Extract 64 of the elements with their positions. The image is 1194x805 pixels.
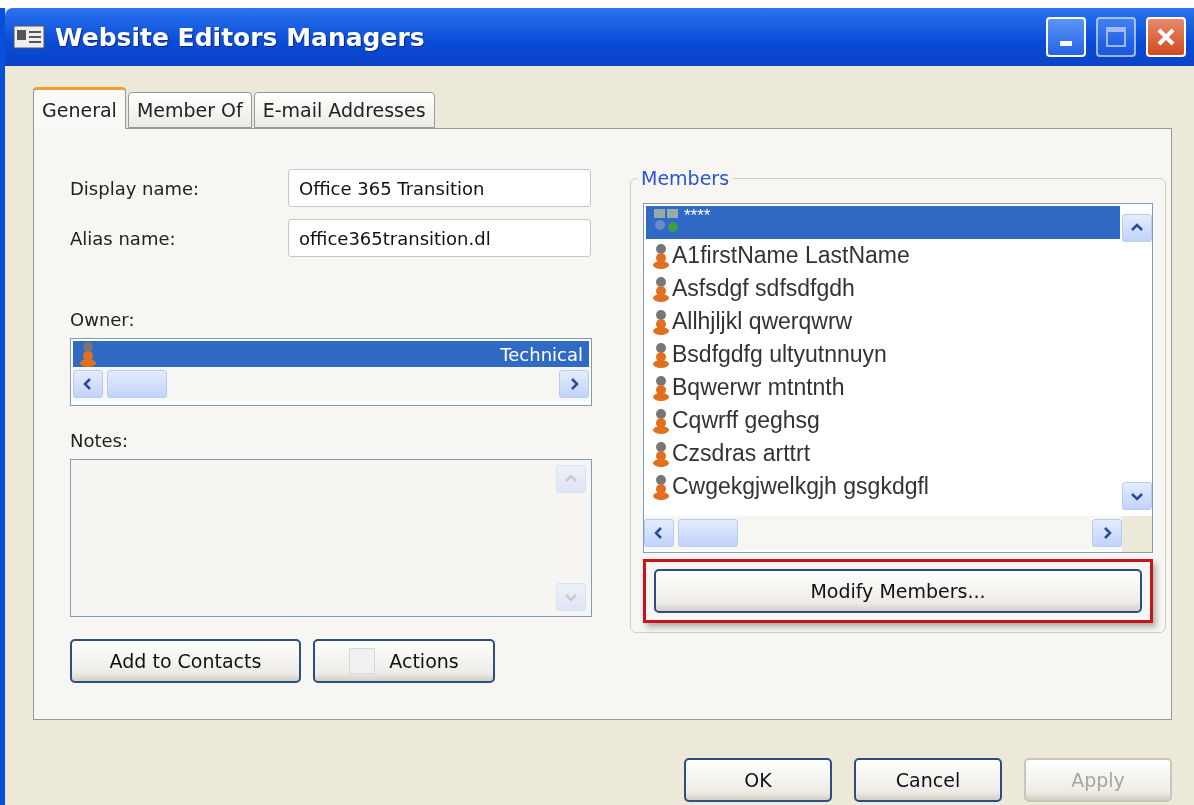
maximize-icon	[1105, 26, 1127, 48]
member-item[interactable]: ****	[646, 206, 1120, 239]
maximize-button[interactable]	[1096, 17, 1136, 57]
member-item[interactable]: Bsdfgdfg ultyutnnuyn	[646, 338, 1120, 371]
user-icon	[652, 440, 670, 467]
text-field[interactable]: Office 365 Transition	[288, 169, 591, 207]
user-icon	[652, 275, 670, 302]
members-list[interactable]: **** A1firstName LastName Asfsdgf sdfsdfgdh Allhjljkl qwerqwrw Bsdfgdfg ultyutnnuyn Bqwerwr mtntnth Cqwrff geghsg Czsdras arttrt Cwgekgjwelkgjh gsgkdgfl	[643, 203, 1153, 553]
member-name: A1firstName LastName	[672, 242, 910, 269]
member-item[interactable]: Asfsdgf sdfsdfgdh	[646, 272, 1120, 305]
dialog-button[interactable]: OK	[684, 758, 832, 802]
field-label: Alias name:	[70, 227, 177, 249]
user-icon	[652, 374, 670, 401]
member-name: Bsdfgdfg ultyutnnuyn	[672, 341, 887, 368]
close-icon	[1155, 26, 1177, 48]
owner-item[interactable]: Technical	[73, 341, 589, 367]
member-name: ****	[684, 206, 711, 226]
tab[interactable]: Member Of	[127, 92, 252, 128]
close-button[interactable]	[1146, 17, 1186, 57]
scroll-left-button[interactable]	[644, 519, 674, 547]
user-icon	[652, 407, 670, 434]
scroll-up-button[interactable]	[1122, 214, 1152, 242]
member-name: Asfsdgf sdfsdfgdh	[672, 275, 855, 302]
member-item[interactable]: Czsdras arttrt	[646, 437, 1120, 470]
minimize-icon	[1060, 40, 1072, 46]
member-item[interactable]: Allhjljkl qwerqwrw	[646, 305, 1120, 338]
owner-list[interactable]: Technical	[70, 338, 592, 406]
scroll-thumb[interactable]	[678, 519, 738, 547]
user-icon	[652, 341, 670, 368]
member-item[interactable]: A1firstName LastName	[646, 239, 1120, 272]
member-name: Cqwrff geghsg	[672, 407, 820, 434]
owner-name: Technical	[500, 343, 583, 365]
user-icon	[652, 473, 670, 500]
checkbox-icon	[349, 648, 376, 674]
scroll-left-button[interactable]	[73, 370, 103, 398]
window-title: Website Editors Managers	[55, 22, 426, 52]
user-icon	[652, 242, 670, 269]
tab[interactable]: General	[33, 87, 126, 129]
member-name: Cwgekgjwelkgjh gsgkdgfl	[672, 473, 929, 500]
modify-members-button[interactable]: Modify Members...	[654, 569, 1142, 613]
action-button[interactable]: Actions	[313, 639, 495, 683]
scroll-right-button[interactable]	[1092, 519, 1122, 547]
user-icon	[79, 341, 97, 367]
field-label: Display name:	[70, 177, 201, 199]
owner-label: Owner:	[70, 309, 136, 330]
member-item[interactable]: Cqwrff geghsg	[646, 404, 1120, 437]
user-icon	[652, 308, 670, 335]
scroll-right-button[interactable]	[559, 370, 589, 398]
member-item[interactable]: Bqwerwr mtntnth	[646, 371, 1120, 404]
action-button[interactable]: Add to Contacts	[70, 639, 301, 683]
dialog-button[interactable]: Cancel	[854, 758, 1002, 802]
member-name: Czsdras arttrt	[672, 440, 811, 467]
scrollbar-corner	[1122, 516, 1152, 552]
text-field[interactable]: office365transition.dl	[288, 219, 591, 257]
group-label: Members	[640, 167, 731, 189]
member-name: Allhjljkl qwerqwrw	[672, 308, 853, 335]
notes-label: Notes:	[70, 430, 130, 451]
contact-card-icon	[13, 25, 45, 49]
scroll-down-button[interactable]	[1122, 482, 1152, 510]
member-item[interactable]: Cwgekgjwelkgjh gsgkdgfl	[646, 470, 1120, 503]
tab[interactable]: E-mail Addresses	[253, 92, 435, 128]
minimize-button[interactable]	[1046, 17, 1086, 57]
scroll-thumb[interactable]	[107, 370, 167, 398]
member-name: Bqwerwr mtntnth	[672, 374, 845, 401]
